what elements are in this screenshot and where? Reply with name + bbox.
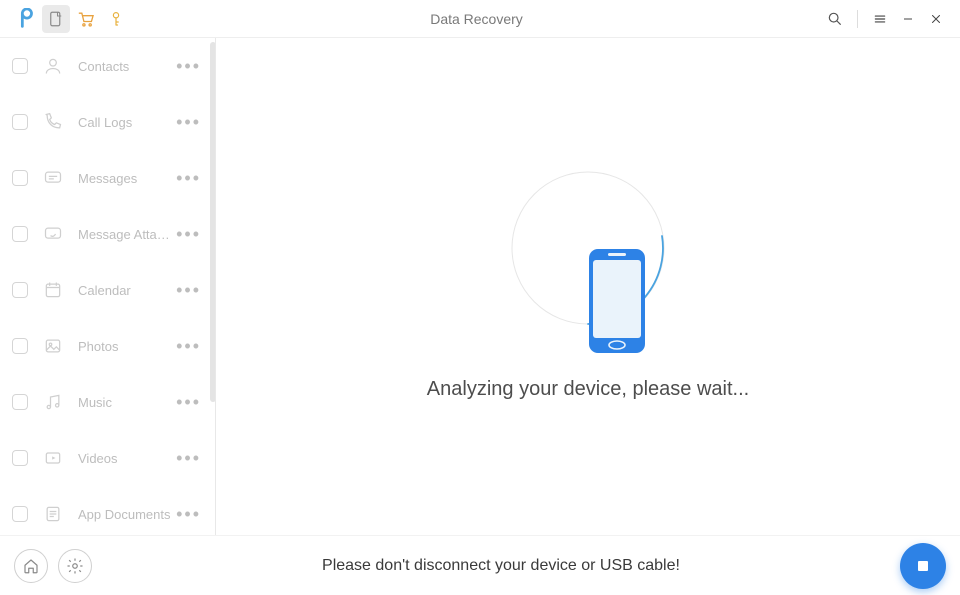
checkbox[interactable]: [12, 394, 28, 410]
calendar-icon: [42, 279, 64, 301]
more-icon[interactable]: •••: [176, 56, 203, 77]
more-icon[interactable]: •••: [176, 336, 203, 357]
minimize-button[interactable]: [896, 7, 920, 31]
more-icon[interactable]: •••: [176, 448, 203, 469]
sidebar-list: Contacts ••• Call Logs ••• Messages •••: [0, 38, 216, 535]
search-icon[interactable]: [823, 7, 847, 31]
sidebar-item-contacts[interactable]: Contacts •••: [0, 38, 215, 94]
status-text: Analyzing your device, please wait...: [427, 378, 749, 401]
sidebar-item-label: Music: [78, 395, 176, 410]
sidebar-item-message-attachments[interactable]: Message Attach... •••: [0, 206, 215, 262]
stop-button[interactable]: [900, 543, 946, 589]
sidebar-item-label: Contacts: [78, 59, 176, 74]
sidebar-item-label: App Documents: [78, 507, 176, 522]
phone-icon: [42, 111, 64, 133]
spinner: [508, 168, 668, 328]
title-bar: Data Recovery: [0, 0, 960, 38]
footer-warning: Please don't disconnect your device or U…: [102, 557, 900, 575]
sidebar-item-call-logs[interactable]: Call Logs •••: [0, 94, 215, 150]
more-icon[interactable]: •••: [176, 224, 203, 245]
more-icon[interactable]: •••: [176, 168, 203, 189]
checkbox[interactable]: [12, 506, 28, 522]
attachment-icon: [42, 223, 64, 245]
sidebar-item-app-documents[interactable]: App Documents •••: [0, 486, 215, 535]
person-icon: [42, 55, 64, 77]
content-pane: Analyzing your device, please wait...: [216, 38, 960, 535]
settings-button[interactable]: [58, 549, 92, 583]
window-title: Data Recovery: [130, 11, 823, 27]
home-button[interactable]: [14, 549, 48, 583]
scrollbar-thumb[interactable]: [210, 42, 216, 402]
sidebar: Contacts ••• Call Logs ••• Messages •••: [0, 38, 216, 535]
more-icon[interactable]: •••: [176, 112, 203, 133]
logo-icon[interactable]: [12, 5, 40, 33]
sidebar-item-label: Calendar: [78, 283, 176, 298]
sidebar-item-label: Messages: [78, 171, 176, 186]
checkbox[interactable]: [12, 114, 28, 130]
key-icon[interactable]: [102, 5, 130, 33]
sidebar-item-label: Photos: [78, 339, 176, 354]
sidebar-item-videos[interactable]: Videos •••: [0, 430, 215, 486]
image-icon: [42, 335, 64, 357]
checkbox[interactable]: [12, 338, 28, 354]
sidebar-item-label: Videos: [78, 451, 176, 466]
sidebar-item-music[interactable]: Music •••: [0, 374, 215, 430]
sidebar-item-label: Message Attach...: [78, 227, 176, 242]
checkbox[interactable]: [12, 226, 28, 242]
checkbox[interactable]: [12, 450, 28, 466]
checkbox[interactable]: [12, 58, 28, 74]
video-icon: [42, 447, 64, 469]
more-icon[interactable]: •••: [176, 392, 203, 413]
footer-bar: Please don't disconnect your device or U…: [0, 535, 960, 595]
document-icon: [42, 503, 64, 525]
divider: [857, 10, 858, 28]
close-button[interactable]: [924, 7, 948, 31]
sidebar-item-calendar[interactable]: Calendar •••: [0, 262, 215, 318]
sidebar-item-label: Call Logs: [78, 115, 176, 130]
checkbox[interactable]: [12, 170, 28, 186]
music-icon: [42, 391, 64, 413]
cart-icon[interactable]: [72, 5, 100, 33]
more-icon[interactable]: •••: [176, 504, 203, 525]
checkbox[interactable]: [12, 282, 28, 298]
sidebar-item-photos[interactable]: Photos •••: [0, 318, 215, 374]
sidebar-item-messages[interactable]: Messages •••: [0, 150, 215, 206]
menu-icon[interactable]: [868, 7, 892, 31]
chat-icon: [42, 167, 64, 189]
data-recovery-icon[interactable]: [42, 5, 70, 33]
stop-icon: [918, 561, 928, 571]
more-icon[interactable]: •••: [176, 280, 203, 301]
